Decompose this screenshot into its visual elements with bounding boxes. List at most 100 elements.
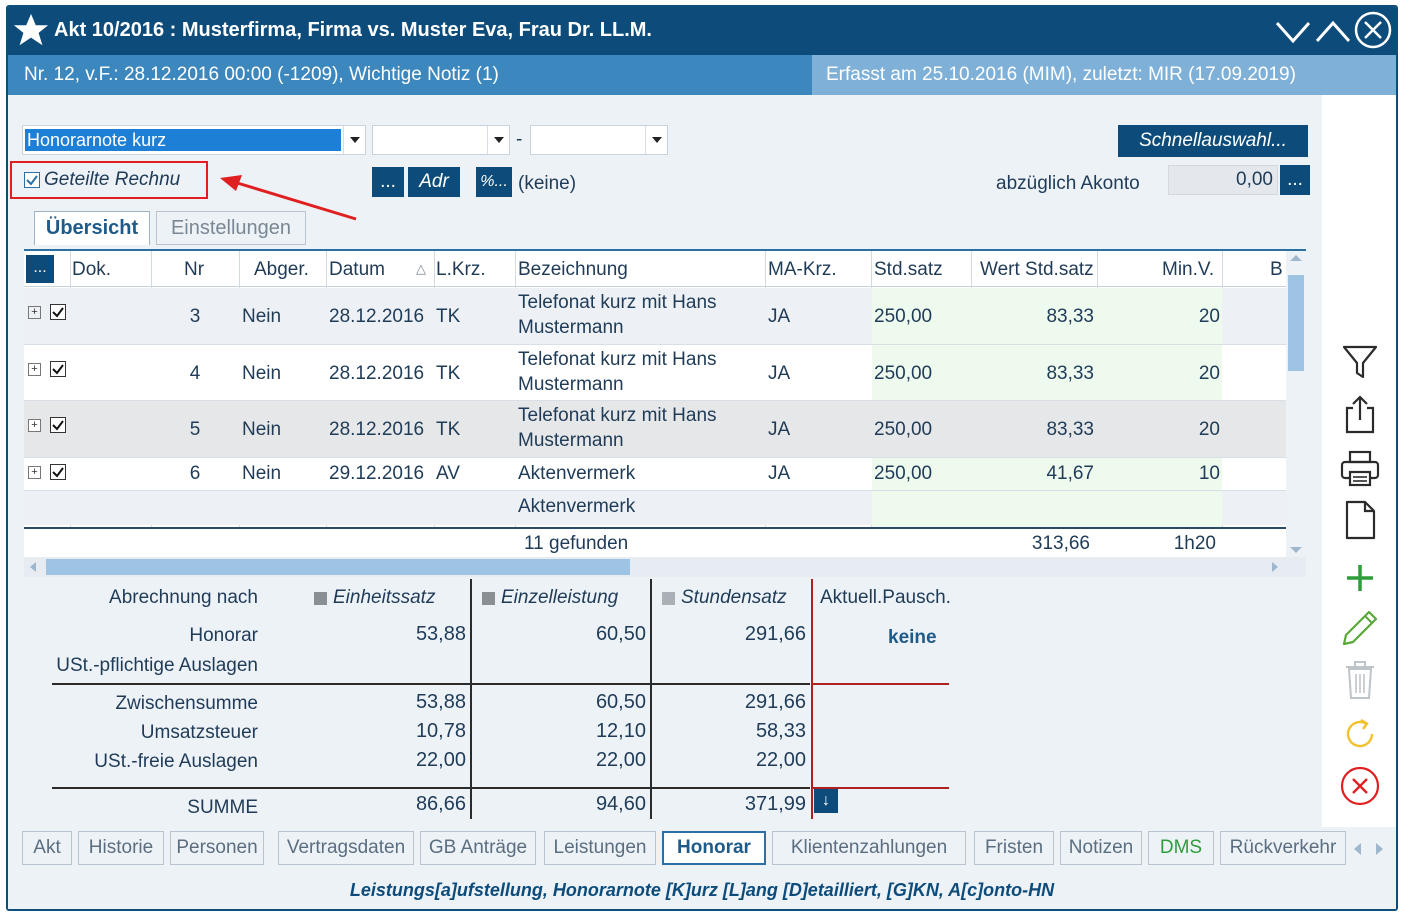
table-row[interactable]: + 3 Nein 28.12.2016 TK Telefonat kurz mi… [24,288,1286,344]
table-row[interactable]: + 5 Nein 28.12.2016 TK Telefonat kurz mi… [24,401,1286,457]
tab-akt[interactable]: Akt [22,831,72,865]
favorite-star-icon[interactable] [12,11,50,49]
arrow-down-button[interactable]: ↓ [814,789,838,813]
add-icon[interactable] [1340,558,1380,598]
einzelleistung-option[interactable]: Einzelleistung [482,587,618,609]
row-checkbox-icon[interactable] [50,464,66,480]
row-min: 20 [1198,363,1220,384]
row-nr: 5 [189,419,201,440]
expand-row-icon[interactable]: + [28,419,41,432]
ust-freie-label: USt.-freie Auslagen [94,751,258,772]
secondary-select[interactable] [372,125,510,155]
honorar-stundensatz: 291,66 [744,623,806,645]
table-row[interactable]: + 6 Nein 29.12.2016 AV Aktenvermerk JA 2… [24,458,1286,490]
expand-row-icon[interactable]: + [28,466,41,479]
chevron-down-icon[interactable] [1274,11,1312,49]
col-abger[interactable]: Abger. [254,259,309,281]
vertical-scroll-thumb[interactable] [1288,275,1304,371]
row-bezeichnung-line2: Mustermann [518,317,624,338]
template-select[interactable]: Honorarnote kurz [22,125,366,155]
honorar-label: Honorar [189,625,258,646]
schnellauswahl-button[interactable]: Schnellauswahl... [1118,125,1308,157]
aktuell-pausch-label: Aktuell.Pausch. [820,587,951,608]
row-bezeichnung-line1: Telefonat kurz mit Hans [518,292,717,313]
col-nr[interactable]: Nr [184,259,204,281]
tab-historie[interactable]: Historie [78,831,164,865]
share-export-icon[interactable] [1340,394,1380,434]
chevron-down-icon[interactable] [645,126,667,154]
horizontal-scrollbar[interactable] [24,557,1306,577]
table-row[interactable]: Aktenvermerk [24,491,1286,525]
scroll-left-icon[interactable] [30,562,36,572]
tab-vertragsdaten[interactable]: Vertragsdaten [278,831,414,865]
filter-icon[interactable] [1340,342,1380,382]
akonto-button[interactable]: ... [1280,165,1310,195]
tab-honorar[interactable]: Honorar [662,831,766,865]
row-lkrz: TK [436,419,461,440]
honorar-einheitssatz: 53,88 [415,623,466,645]
tab-fristen[interactable]: Fristen [974,831,1054,865]
tab-notizen[interactable]: Notizen [1060,831,1142,865]
akonto-input[interactable]: 0,00 [1168,165,1278,195]
horizontal-scroll-thumb[interactable] [46,559,630,575]
table-row[interactable]: + 4 Nein 28.12.2016 TK Telefonat kurz mi… [24,345,1286,400]
row-std-satz: 250,00 [874,419,933,440]
row-std-satz: 250,00 [874,463,933,484]
tab-personen[interactable]: Personen [170,831,264,865]
row-nr: 4 [189,363,201,384]
expand-row-icon[interactable]: + [28,306,41,319]
col-b[interactable]: B [1270,259,1286,281]
col-bezeichnung[interactable]: Bezeichnung [518,259,628,281]
chevron-down-icon[interactable] [487,126,509,154]
column-chooser-button[interactable]: ... [26,255,54,283]
col-dok[interactable]: Dok. [72,259,111,281]
col-lkrz[interactable]: L.Krz. [436,259,486,281]
annotation-highlight-box [10,161,208,199]
print-icon[interactable] [1340,448,1380,488]
address-button[interactable]: Adr [408,167,460,197]
tab-uebersicht[interactable]: Übersicht [34,211,150,245]
row-bezeichnung-line1: Telefonat kurz mit Hans [518,349,717,370]
chevron-up-icon[interactable] [1314,11,1352,49]
tab-gb-antraege[interactable]: GB Anträge [420,831,536,865]
summe-stundensatz: 371,99 [744,793,806,815]
col-ma-krz[interactable]: MA-Krz. [768,259,837,281]
einheitssatz-option[interactable]: Einheitssatz [314,587,435,609]
tab-klientenzahlungen[interactable]: Klientenzahlungen [772,831,966,865]
scroll-up-icon[interactable] [1290,255,1302,261]
scroll-down-icon[interactable] [1290,547,1302,553]
summe-label: SUMME [187,797,258,818]
row-checkbox-icon[interactable] [50,304,66,320]
new-document-icon[interactable] [1340,500,1380,540]
row-abger: Nein [242,419,282,440]
tab-leistungen[interactable]: Leistungen [544,831,656,865]
expand-row-icon[interactable]: + [28,363,41,376]
tab-dms[interactable]: DMS [1148,831,1214,865]
scroll-right-icon[interactable] [1272,562,1278,572]
row-checkbox-icon[interactable] [50,417,66,433]
edit-pencil-icon[interactable] [1340,608,1380,648]
tertiary-select[interactable] [530,125,668,155]
col-min-v[interactable]: Min.V. [1162,259,1214,281]
tabs-scroll-right-icon[interactable] [1376,843,1383,855]
info-left[interactable]: Nr. 12, v.F.: 28.12.2016 00:00 (-1209), … [24,64,499,86]
tab-rueckverkehr[interactable]: Rückverkehr [1220,831,1346,865]
tabs-scroll-left-icon[interactable] [1354,843,1361,855]
cancel-icon[interactable] [1340,766,1380,806]
row-checkbox-icon[interactable] [50,361,66,377]
percent-button[interactable]: %... [476,167,512,197]
summary-title: Abrechnung nach [109,587,258,608]
stundensatz-option[interactable]: Stundensatz [662,587,787,609]
chevron-down-icon[interactable] [343,126,365,154]
vertical-scrollbar[interactable] [1286,251,1306,559]
dots-button[interactable]: ... [372,167,404,197]
info-right: Erfasst am 25.10.2016 (MIM), zuletzt: MI… [826,64,1296,85]
close-window-icon[interactable] [1354,11,1392,49]
col-wert-std-satz[interactable]: Wert Std.satz [980,259,1094,281]
col-std-satz[interactable]: Std.satz [874,259,943,281]
delete-trash-icon[interactable] [1340,660,1380,700]
row-bezeichnung-line1: Telefonat kurz mit Hans [518,405,717,426]
col-datum[interactable]: Datum [329,259,385,281]
refresh-icon[interactable] [1340,714,1380,754]
tab-einstellungen[interactable]: Einstellungen [156,211,306,245]
